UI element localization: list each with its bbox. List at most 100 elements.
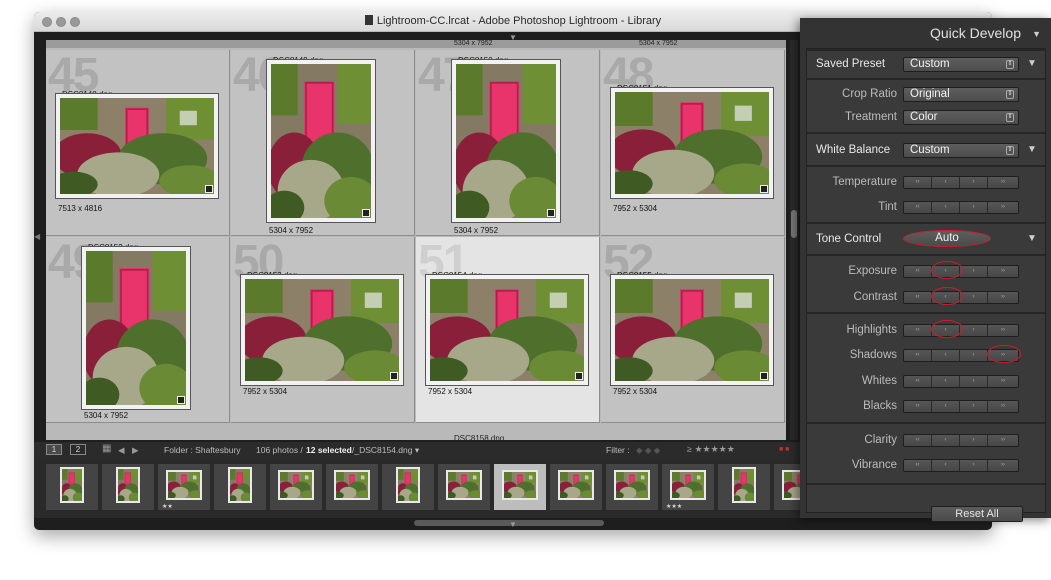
filmstrip-thumbnail[interactable]	[214, 464, 266, 510]
increase-arrow-icon[interactable]: ›	[960, 292, 988, 303]
develop-settings-badge-icon[interactable]	[362, 209, 370, 217]
increase-arrow-icon[interactable]: ›	[960, 177, 988, 188]
tone-control-toggle-icon[interactable]: ▼	[1027, 233, 1037, 244]
decrease-arrow-icon[interactable]: ‹‹	[904, 401, 932, 412]
decrease-arrow-icon[interactable]: ‹	[932, 401, 960, 412]
increase-arrow-icon[interactable]: ››	[988, 376, 1018, 387]
decrease-arrow-icon[interactable]: ‹‹	[904, 266, 932, 277]
photo-thumbnail[interactable]	[611, 275, 773, 385]
grid-scroll-thumb[interactable]	[791, 210, 797, 238]
increase-arrow-icon[interactable]: ›	[960, 435, 988, 446]
decrease-arrow-icon[interactable]: ‹	[932, 177, 960, 188]
decrease-arrow-icon[interactable]: ‹	[932, 435, 960, 446]
increase-arrow-icon[interactable]: ››	[988, 266, 1018, 277]
grid-cell[interactable]: 48DSC8151.dng7952 x 5304	[601, 49, 785, 236]
decrease-arrow-icon[interactable]: ‹‹	[904, 202, 932, 213]
decrease-arrow-icon[interactable]: ‹‹	[904, 350, 932, 361]
decrease-arrow-icon[interactable]: ‹	[932, 350, 960, 361]
filmstrip-thumbnail[interactable]: ★★	[158, 464, 210, 510]
decrease-arrow-icon[interactable]: ‹‹	[904, 292, 932, 303]
photo-thumbnail[interactable]	[426, 275, 588, 385]
decrease-arrow-icon[interactable]: ‹‹	[904, 460, 932, 471]
grid-cell[interactable]: 46DSC8149.dng5304 x 7952	[231, 49, 415, 236]
develop-settings-badge-icon[interactable]	[177, 396, 185, 404]
grid-cell[interactable]: 49DSC8152.dng5304 x 7952	[46, 236, 230, 423]
current-file-dropdown[interactable]: /_DSC8154.dng ▾	[352, 445, 419, 456]
decrease-arrow-icon[interactable]: ‹	[932, 460, 960, 471]
increase-arrow-icon[interactable]: ››	[988, 460, 1018, 471]
back-arrow-icon[interactable]: ◀	[118, 445, 125, 456]
filmstrip-thumbnail[interactable]	[718, 464, 770, 510]
grid-view-icon[interactable]: ▦	[102, 443, 111, 454]
saved-preset-dropdown[interactable]: Custom ⇕	[903, 57, 1019, 72]
filmstrip-thumbnail[interactable]: ★★★	[662, 464, 714, 510]
increase-arrow-icon[interactable]: ›	[960, 266, 988, 277]
reset-all-button[interactable]: Reset All	[931, 506, 1023, 522]
photo-thumbnail[interactable]	[241, 275, 403, 385]
quick-develop-header[interactable]: Quick Develop ▼	[800, 18, 1051, 48]
develop-settings-badge-icon[interactable]	[575, 372, 583, 380]
crop-ratio-dropdown[interactable]: Original ⇕	[903, 87, 1019, 102]
photo-thumbnail[interactable]	[267, 60, 375, 222]
rating-filter[interactable]: ≥ ★★★★★	[687, 444, 735, 455]
color-filter-icon[interactable]: ■ ■	[779, 446, 789, 453]
increase-arrow-icon[interactable]: ›	[960, 202, 988, 213]
photo-thumbnail[interactable]	[611, 88, 773, 198]
increase-arrow-icon[interactable]: ››	[988, 435, 1018, 446]
increase-arrow-icon[interactable]: ›	[960, 325, 988, 336]
decrease-arrow-icon[interactable]: ‹‹	[904, 177, 932, 188]
develop-settings-badge-icon[interactable]	[390, 372, 398, 380]
auto-tone-button[interactable]: Auto	[903, 230, 991, 247]
increase-arrow-icon[interactable]: ››	[988, 292, 1018, 303]
white-balance-toggle-icon[interactable]: ▼	[1027, 144, 1037, 155]
filmstrip-thumbnail[interactable]	[438, 464, 490, 510]
grid-cell[interactable]: 47DSC8150.dng5304 x 7952	[416, 49, 600, 236]
folder-breadcrumb[interactable]: Folder : Shaftesbury	[164, 445, 241, 455]
develop-settings-badge-icon[interactable]	[547, 209, 555, 217]
grid-scrollbar[interactable]	[790, 40, 798, 440]
decrease-arrow-icon[interactable]: ‹‹	[904, 325, 932, 336]
develop-settings-badge-icon[interactable]	[760, 372, 768, 380]
bottom-panel-toggle-icon[interactable]: ▼	[509, 520, 517, 529]
whites-stepper[interactable]: ‹‹ ‹ › ››	[903, 375, 1019, 388]
develop-settings-badge-icon[interactable]	[760, 185, 768, 193]
photo-thumbnail[interactable]	[56, 94, 218, 198]
increase-arrow-icon[interactable]: ›	[960, 376, 988, 387]
temperature-stepper[interactable]: ‹‹ ‹ › ››	[903, 176, 1019, 189]
view-page-1-button[interactable]: 1	[46, 444, 62, 455]
develop-settings-badge-icon[interactable]	[205, 185, 213, 193]
collapse-triangle-icon[interactable]: ▼	[1032, 29, 1041, 39]
grid-cell[interactable]: 50DSC8153.dng7952 x 5304	[231, 236, 415, 423]
increase-arrow-icon[interactable]: ››	[988, 325, 1018, 336]
flag-filter-icon[interactable]: ◆ ◆ ◆	[636, 445, 660, 456]
filmstrip-thumbnail[interactable]	[382, 464, 434, 510]
grid-cell[interactable]: 52DSC8155.dng7952 x 5304	[601, 236, 785, 423]
increase-arrow-icon[interactable]: ›	[960, 460, 988, 471]
left-panel-toggle-icon[interactable]: ◀	[34, 232, 40, 241]
decrease-arrow-icon[interactable]: ‹‹	[904, 376, 932, 387]
filmstrip-thumbnail[interactable]	[46, 464, 98, 510]
increase-arrow-icon[interactable]: ›	[960, 401, 988, 412]
grid-cell[interactable]: 51DSC8154.dng7952 x 5304	[416, 236, 600, 423]
forward-arrow-icon[interactable]: ▶	[132, 445, 139, 456]
filmstrip-thumbnail[interactable]	[550, 464, 602, 510]
filmstrip-thumbnail[interactable]	[102, 464, 154, 510]
tint-stepper[interactable]: ‹‹ ‹ › ››	[903, 201, 1019, 214]
decrease-arrow-icon[interactable]: ‹	[932, 376, 960, 387]
vibrance-stepper[interactable]: ‹‹ ‹ › ››	[903, 459, 1019, 472]
filmstrip-thumbnail[interactable]	[606, 464, 658, 510]
view-page-2-button[interactable]: 2	[70, 444, 86, 455]
photo-thumbnail[interactable]	[82, 247, 190, 409]
filmstrip-thumbnail[interactable]	[270, 464, 322, 510]
saved-preset-toggle-icon[interactable]: ▼	[1027, 58, 1037, 69]
photo-thumbnail[interactable]	[452, 60, 560, 222]
grid-cell[interactable]: 45DSC8148.dng7513 x 4816	[46, 49, 230, 236]
filmstrip-thumbnail[interactable]	[326, 464, 378, 510]
decrease-arrow-icon[interactable]: ‹	[932, 202, 960, 213]
clarity-stepper[interactable]: ‹‹ ‹ › ››	[903, 434, 1019, 447]
filmstrip-thumbnail[interactable]	[494, 464, 546, 510]
increase-arrow-icon[interactable]: ›	[960, 350, 988, 361]
white-balance-dropdown[interactable]: Custom ⇕	[903, 143, 1019, 158]
increase-arrow-icon[interactable]: ››	[988, 202, 1018, 213]
increase-arrow-icon[interactable]: ››	[988, 401, 1018, 412]
